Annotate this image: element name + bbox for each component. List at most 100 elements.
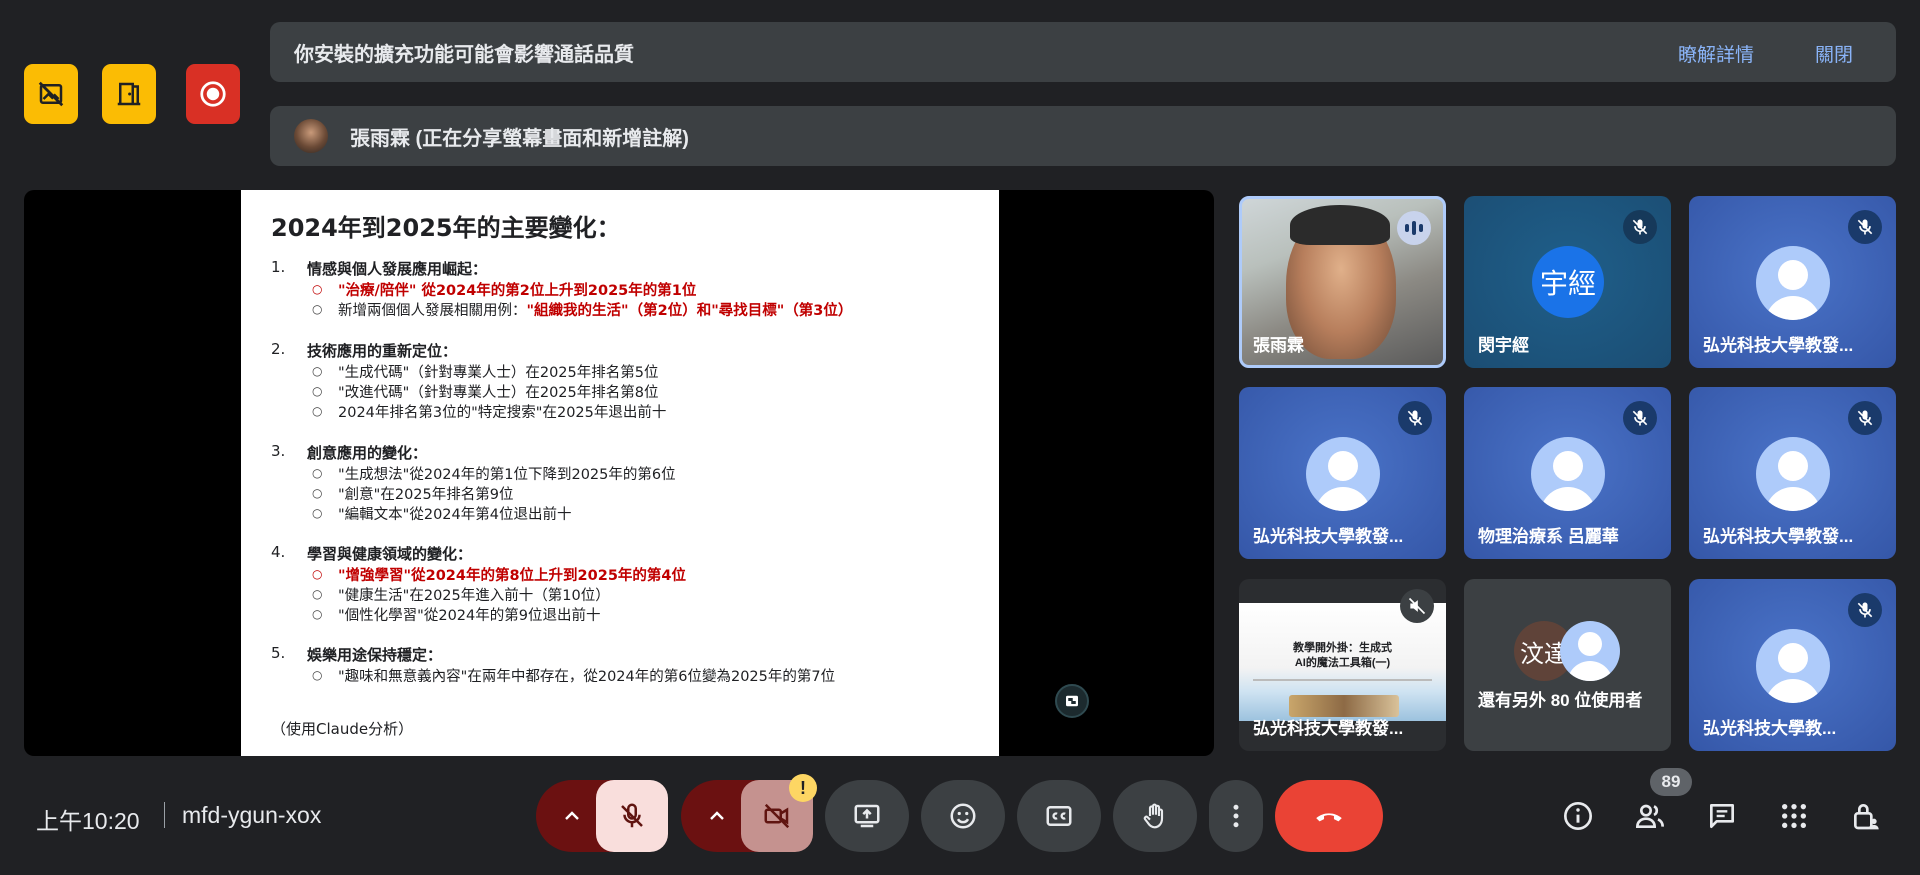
slide-bullet: ○ "趣味和無意義內容"在兩年中都存在，從2024年的第6位變為2025年的第7位 [312,668,836,685]
others-tile[interactable]: 汶達 還有另外 80 位使用者 [1464,579,1671,751]
mic-off-badge [1848,401,1882,435]
presenter-avatar [294,119,328,153]
more-options-button[interactable] [1209,780,1263,852]
slide-bullet: ○ "創意"在2025年排名第9位 [312,486,514,503]
shared-slide: 2024年到2025年的主要變化： 1. 情感與個人發展應用崛起： ○ "治療/陪伴… [241,190,999,756]
closed-captions-icon [1046,806,1072,826]
volume-off-badge [1400,589,1434,623]
person-avatar-icon [1755,437,1830,511]
section-number: 1. [271,258,286,276]
participant-tile[interactable]: 弘光科技大學教發... [1689,196,1896,368]
extension-warning-text: 你安裝的擴充功能可能會影響通話品質 [294,43,634,66]
mic-off-badge [1623,401,1657,435]
tile-name: 張雨霖 [1253,336,1304,355]
slide-bullet: ○ "增強學習"從2024年的第8位上升到2025年的第4位 [312,567,686,584]
reactions-button[interactable] [921,780,1005,852]
emoji-icon [950,803,976,829]
learn-more-link[interactable]: 瞭解詳情 [1678,40,1754,67]
slide-bullet: ○ 新增兩個個人發展相關用例： "組織我的生活"（第2位）和"尋找目標"（第3位） [312,302,853,319]
mic-off-badge [1398,401,1432,435]
meeting-code: mfd-ygun-xox [182,802,322,828]
initials-avatar: 宇經 [1532,246,1604,318]
mic-off-badge [1848,593,1882,627]
volume-off-icon [1408,597,1426,615]
others-count-label: 還有另外 80 位使用者 [1478,691,1643,710]
present-screen-button[interactable] [825,780,909,852]
host-controls-button[interactable] [1846,796,1886,836]
more-vertical-icon [1233,804,1239,828]
tile-name: 弘光科技大學教發... [1703,527,1854,546]
slide-section-3: 3. 創意應用的變化： ○ "生成想法"從2024年的第1位下降到2025年的第6位… [271,442,676,523]
mic-off-icon [1857,410,1873,426]
presentation-stage: 2024年到2025年的主要變化： 1. 情感與個人發展應用崛起： ○ "治療/陪伴… [24,190,1214,756]
people-count-badge: 89 [1650,768,1692,796]
slide-bullet: ○ "個性化學習"從2024年的第9位退出前十 [312,607,601,624]
people-button[interactable] [1630,796,1670,836]
meeting-time: 上午10:20 [36,808,140,834]
participant-tile[interactable]: 弘光科技大學教發... [1239,387,1446,559]
chevron-up-icon [710,811,724,820]
captions-button[interactable] [1017,780,1101,852]
slide-section-2: 2. 技術應用的重新定位： ○ "生成代碼"（針對專業人士）在2025年排名第5位 … [271,340,667,421]
slide-footer: （使用Claude分析） [271,720,414,738]
people-icon [1635,804,1664,828]
record-icon [200,81,226,107]
mic-off-icon [1857,219,1873,235]
tile-name: 弘光科技大學教發... [1703,336,1854,355]
slide-bullet: ○ 2024年排名第3位的"特定搜索"在2025年退出前十 [312,404,667,421]
slide-section-5: 5. 娛樂用途保持穩定： ○ "趣味和無意義內容"在兩年中都存在，從2024年的第6… [271,644,836,685]
presenter-video-hair [1290,205,1390,245]
extension-warning-banner: 你安裝的擴充功能可能會影響通話品質 瞭解詳情 關閉 [270,22,1896,82]
leave-room-button[interactable] [102,64,156,124]
door-icon [117,82,141,106]
camera-off-icon [764,803,790,829]
chevron-up-icon [565,811,579,820]
mic-off-icon [1632,219,1648,235]
participant-tile[interactable]: 物理治療系 呂麗華 [1464,387,1671,559]
recording-button[interactable] [186,64,240,124]
mic-off-badge [1623,210,1657,244]
person-avatar-icon [1530,437,1605,511]
speaking-indicator [1397,211,1431,245]
thumbnail-subtitle: AI的魔法工具箱(一) [1294,657,1391,669]
info-icon [1564,802,1592,830]
presenter-banner: 張雨霖 (正在分享螢幕畫面和新增註解) [270,106,1896,166]
tile-name: 閔宇經 [1478,336,1529,355]
chat-button[interactable] [1702,796,1742,836]
mic-off-icon [621,803,643,828]
mic-toggle-button[interactable] [596,780,668,852]
mic-off-icon [1632,410,1648,426]
raise-hand-button[interactable] [1113,780,1197,852]
slide-bullet: ○ "治療/陪伴" 從2024年的第2位上升到2025年的第1位 [312,282,697,299]
mic-off-icon [1857,602,1873,618]
slide-bullet: ○ "生成想法"從2024年的第1位下降到2025年的第6位 [312,466,676,483]
slide-title: 2024年到2025年的主要變化： [271,214,621,242]
presenter-text: 張雨霖 (正在分享螢幕畫面和新增註解) [350,127,689,150]
slide-bullet: ○ "編輯文本"從2024年第4位退出前十 [312,506,572,523]
pip-icon [1066,695,1078,707]
tile-name: 弘光科技大學教發... [1253,527,1404,546]
background-toggle-button[interactable] [24,64,78,124]
participant-tile[interactable]: 弘光科技大學教發... [1689,387,1896,559]
person-avatar-icon [1305,437,1380,511]
activities-button[interactable] [1774,796,1814,836]
slide-bullet: ○ "改進代碼"（針對專業人士）在2025年排名第8位 [312,384,659,401]
info-divider [164,802,165,828]
participant-tile[interactable]: 弘光科技大學教... [1689,579,1896,751]
thumbnail-rule [1253,679,1432,681]
camera-warning-badge: ! [789,774,817,802]
participant-tile-presenter[interactable]: 張雨霖 [1239,196,1446,368]
tile-name: 弘光科技大學教發... [1253,719,1404,738]
lock-person-icon [1854,804,1879,830]
slide-section-1: 1. 情感與個人發展應用崛起： ○ "治療/陪伴" 從2024年的第2位上升到202… [271,258,852,319]
leave-call-button[interactable] [1275,780,1383,852]
present-screen-icon [854,804,880,828]
no-image-icon [38,81,64,107]
person-avatar-icon [1560,621,1620,681]
meeting-details-button[interactable] [1558,796,1598,836]
participant-tile-shared-video[interactable]: 教學開外掛：生成式 AI的魔法工具箱(一) 弘光科技大學教發... [1239,579,1446,751]
close-banner-link[interactable]: 關閉 [1815,40,1853,67]
annotation-toggle-button[interactable] [1055,684,1089,718]
participant-tile[interactable]: 宇經 閔宇經 [1464,196,1671,368]
person-avatar-icon [1755,246,1830,320]
